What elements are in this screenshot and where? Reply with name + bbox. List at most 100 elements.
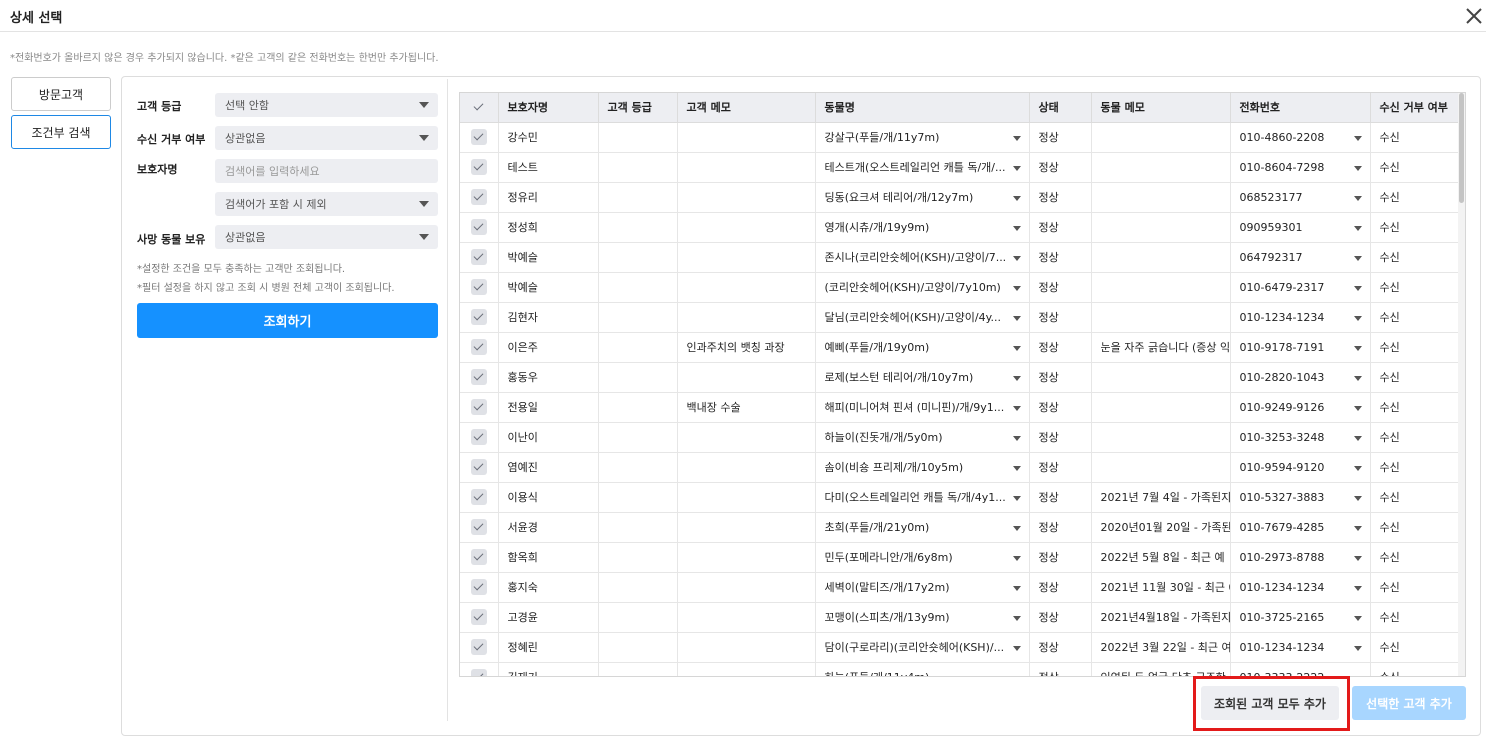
table-scrollbar[interactable] bbox=[1458, 93, 1465, 676]
close-icon[interactable] bbox=[1462, 4, 1486, 28]
pet-select[interactable]: 민두(포메라니안/개/6y8m) bbox=[815, 542, 1030, 573]
table-row[interactable]: 이은주 인과주치의 뱃칭 과장 예삐(푸들/개/19y0m) 정상 눈을 자주 긁습니다… bbox=[460, 332, 1460, 363]
table-row[interactable]: 고경윤 꼬맹이(스피츠/개/13y9m) 정상 2021년4월18일 - 가족된지 01… bbox=[460, 602, 1460, 633]
pet-select[interactable]: 로제(보스턴 테리어/개/10y7m) bbox=[815, 362, 1030, 393]
table-row[interactable]: 강수민 강살구(푸들/개/11y7m) 정상 010-4860-2208 수신 bbox=[460, 122, 1460, 153]
check-icon bbox=[470, 489, 487, 505]
phone-select[interactable]: 010-9594-9120 bbox=[1230, 452, 1371, 483]
pet-select[interactable]: 영개(시츄/개/19y9m) bbox=[815, 212, 1030, 243]
pet-select[interactable]: 세벽이(말티즈/개/17y2m) bbox=[815, 572, 1030, 603]
table-row[interactable]: 이용식 다미(오스트레일리언 캐틀 독/개/4y1... 정상 2021년 7월 4일… bbox=[460, 482, 1460, 513]
row-checkbox[interactable] bbox=[460, 632, 499, 663]
table-row[interactable]: 박예슬 (코리안숏헤어(KSH)/고양이/7y10m) 정상 010-6479-231… bbox=[460, 272, 1460, 303]
row-checkbox[interactable] bbox=[460, 302, 499, 333]
scrollbar-thumb[interactable] bbox=[1459, 93, 1464, 203]
guardian-search-input[interactable]: 검색어를 입력하세요 bbox=[215, 159, 438, 183]
pet-select[interactable]: 예삐(푸들/개/19y0m) bbox=[815, 332, 1030, 363]
reject-select[interactable]: 상관없음 bbox=[215, 126, 438, 150]
table-row[interactable]: 테스트 테스트개(오스트레일리언 캐틀 독/개/... 정상 010-8604-729… bbox=[460, 152, 1460, 183]
table-row[interactable]: 정혜린 담이(구로라리)(코리안숏헤어(KSH)/... 정상 2022년 3월 22… bbox=[460, 632, 1460, 663]
pet-select[interactable]: 강살구(푸들/개/11y7m) bbox=[815, 122, 1030, 153]
table-row[interactable]: 서윤경 초희(푸들/개/21y0m) 정상 2020년01월 20일 - 가족된 010… bbox=[460, 512, 1460, 543]
chevron-down-icon bbox=[1012, 555, 1021, 561]
row-checkbox[interactable] bbox=[460, 542, 499, 573]
pet-select[interactable]: 다미(오스트레일리언 캐틀 독/개/4y1... bbox=[815, 482, 1030, 513]
row-checkbox[interactable] bbox=[460, 122, 499, 153]
row-checkbox[interactable] bbox=[460, 662, 499, 676]
pet-select[interactable]: 테스트개(오스트레일리언 캐틀 독/개/... bbox=[815, 152, 1030, 183]
phone-select[interactable]: 010-3253-3248 bbox=[1230, 422, 1371, 453]
row-checkbox[interactable] bbox=[460, 362, 499, 393]
row-checkbox[interactable] bbox=[460, 602, 499, 633]
row-checkbox[interactable] bbox=[460, 182, 499, 213]
phone-value: 010-9249-9126 bbox=[1239, 400, 1325, 414]
grade-select[interactable]: 선택 안함 bbox=[215, 93, 438, 117]
phone-value: 010-3253-3248 bbox=[1239, 430, 1325, 444]
row-checkbox[interactable] bbox=[460, 332, 499, 363]
row-checkbox[interactable] bbox=[460, 212, 499, 243]
row-checkbox[interactable] bbox=[460, 392, 499, 423]
row-checkbox[interactable] bbox=[460, 242, 499, 273]
pet-select[interactable]: 달님(코리안숏헤어(KSH)/고양이/4y... bbox=[815, 302, 1030, 333]
tab-conditional-search[interactable]: 조건부 검색 bbox=[11, 115, 111, 149]
table-row[interactable]: 이난이 하늘이(진돗개/개/5y0m) 정상 010-3253-3248 수신 bbox=[460, 422, 1460, 453]
table-row[interactable]: 홍지숙 세벽이(말티즈/개/17y2m) 정상 2021년 11월 30일 - 최근 … bbox=[460, 572, 1460, 603]
pet-select[interactable]: 하늘이(진돗개/개/5y0m) bbox=[815, 422, 1030, 453]
grade-label: 고객 등급 bbox=[137, 100, 182, 113]
row-checkbox[interactable] bbox=[460, 272, 499, 303]
tab-visit-customers[interactable]: 방문고객 bbox=[11, 77, 111, 111]
phone-select[interactable]: 010-9178-7191 bbox=[1230, 332, 1371, 363]
phone-select[interactable]: 010-4860-2208 bbox=[1230, 122, 1371, 153]
table-row[interactable]: 전용일 백내장 수술 해피(미니어쳐 핀셔 (미니핀)/개/9y1... 정상 010-… bbox=[460, 392, 1460, 423]
table-row[interactable]: 함옥희 민두(포메라니안/개/6y8m) 정상 2022년 5월 8일 - 최근 예 0… bbox=[460, 542, 1460, 573]
row-checkbox[interactable] bbox=[460, 422, 499, 453]
table-row[interactable]: 김현자 달님(코리안숏헤어(KSH)/고양이/4y... 정상 010-1234-12… bbox=[460, 302, 1460, 333]
phone-select[interactable]: 090959301 bbox=[1230, 212, 1371, 243]
guardian-mode-select[interactable]: 검색어가 포함 시 제외 bbox=[215, 192, 438, 216]
pet-select[interactable]: 솜이(비숑 프리제/개/10y5m) bbox=[815, 452, 1030, 483]
phone-select[interactable]: 010-1234-1234 bbox=[1230, 302, 1371, 333]
table-row[interactable]: 홍동우 로제(보스턴 테리어/개/10y7m) 정상 010-2820-1043 수신 bbox=[460, 362, 1460, 393]
pet-select[interactable]: 하늘(푸들/개/11y4m) bbox=[815, 662, 1030, 676]
row-checkbox[interactable] bbox=[460, 512, 499, 543]
table-row[interactable]: 김재기하늘(푸들/개/11y4m) 정상인연된 두 얼굴 단추 구조한010-33… bbox=[460, 662, 1460, 676]
guardian-cell: 정혜린 bbox=[498, 632, 599, 663]
phone-select[interactable]: 010-7679-4285 bbox=[1230, 512, 1371, 543]
select-all-checkbox[interactable] bbox=[460, 93, 499, 123]
pet-select[interactable]: 딩동(요크셔 테리어/개/12y7m) bbox=[815, 182, 1030, 213]
pet-select[interactable]: 초희(푸들/개/21y0m) bbox=[815, 512, 1030, 543]
chevron-down-icon bbox=[1012, 495, 1021, 501]
phone-select[interactable]: 010-1234-1234 bbox=[1230, 572, 1371, 603]
pet-select[interactable]: 담이(구로라리)(코리안숏헤어(KSH)/... bbox=[815, 632, 1030, 663]
row-checkbox[interactable] bbox=[460, 572, 499, 603]
grade-cell bbox=[598, 602, 678, 633]
phone-select[interactable]: 010-3333-2222 bbox=[1230, 662, 1371, 676]
table-row[interactable]: 정유리 딩동(요크셔 테리어/개/12y7m) 정상 068523177 수신 bbox=[460, 182, 1460, 213]
phone-select[interactable]: 010-3725-2165 bbox=[1230, 602, 1371, 633]
row-checkbox[interactable] bbox=[460, 482, 499, 513]
phone-select[interactable]: 010-2973-8788 bbox=[1230, 542, 1371, 573]
pet-select[interactable]: 해피(미니어쳐 핀셔 (미니핀)/개/9y1... bbox=[815, 392, 1030, 423]
phone-select[interactable]: 010-6479-2317 bbox=[1230, 272, 1371, 303]
pet-value: 솜이(비숑 프리제/개/10y5m) bbox=[824, 461, 964, 474]
pet-select[interactable]: 꼬맹이(스피츠/개/13y9m) bbox=[815, 602, 1030, 633]
table-row[interactable]: 박예슬 존시나(코리안숏헤어(KSH)/고양이/7... 정상 064792317 수신 bbox=[460, 242, 1460, 273]
grade-cell bbox=[598, 302, 678, 333]
table-row[interactable]: 정성희 영개(시츄/개/19y9m) 정상 090959301 수신 bbox=[460, 212, 1460, 243]
row-checkbox[interactable] bbox=[460, 152, 499, 183]
phone-select[interactable]: 010-1234-1234 bbox=[1230, 632, 1371, 663]
phone-select[interactable]: 010-9249-9126 bbox=[1230, 392, 1371, 423]
phone-select[interactable]: 010-2820-1043 bbox=[1230, 362, 1371, 393]
pet-select[interactable]: 존시나(코리안숏헤어(KSH)/고양이/7... bbox=[815, 242, 1030, 273]
search-button[interactable]: 조회하기 bbox=[137, 303, 438, 338]
phone-select[interactable]: 064792317 bbox=[1230, 242, 1371, 273]
phone-select[interactable]: 010-8604-7298 bbox=[1230, 152, 1371, 183]
row-checkbox[interactable] bbox=[460, 452, 499, 483]
pet-select[interactable]: (코리안숏헤어(KSH)/고양이/7y10m) bbox=[815, 272, 1030, 303]
table-row[interactable]: 염예진 솜이(비숑 프리제/개/10y5m) 정상 010-9594-9120 수신 bbox=[460, 452, 1460, 483]
phone-select[interactable]: 068523177 bbox=[1230, 182, 1371, 213]
add-selected-customers-button[interactable]: 선택한 고객 추가 bbox=[1352, 686, 1466, 720]
check-icon bbox=[470, 639, 487, 655]
phone-select[interactable]: 010-5327-3883 bbox=[1230, 482, 1371, 513]
deceased-select[interactable]: 상관없음 bbox=[215, 225, 438, 249]
